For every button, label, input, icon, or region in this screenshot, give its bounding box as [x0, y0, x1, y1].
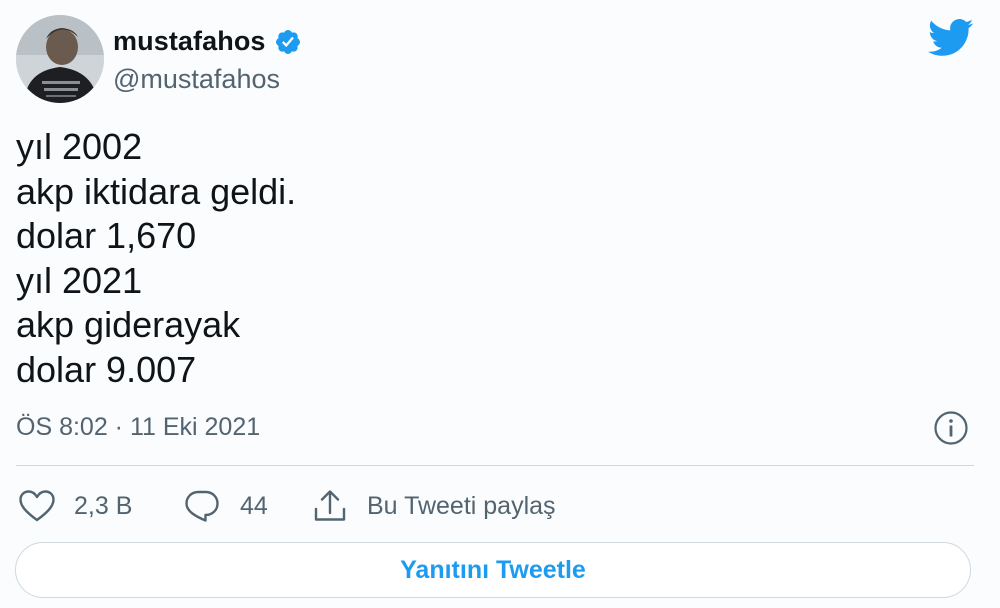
display-name[interactable]: mustafahos — [113, 26, 266, 57]
like-button[interactable]: 2,3 B — [18, 486, 132, 526]
like-count: 2,3 B — [74, 491, 133, 520]
tweet-card: mustafahos @mustafahos yıl 2002 akp ikti… — [0, 0, 1000, 608]
tweet-text-line: yıl 2002 — [16, 126, 143, 167]
tweet-text-line: yıl 2021 — [16, 259, 143, 301]
share-label: Bu Tweeti paylaş — [367, 491, 556, 520]
tweet-text-line: dolar 1,670 — [16, 215, 197, 256]
heart-icon — [18, 489, 56, 523]
info-icon[interactable] — [933, 410, 969, 446]
tweet-timestamp[interactable]: ÖS 8:02 · 11 Eki 2021 — [16, 413, 260, 442]
reply-count: 44 — [240, 491, 268, 520]
speech-bubble-icon — [184, 489, 220, 523]
author-name-row[interactable]: mustafahos — [113, 26, 302, 57]
divider — [16, 465, 974, 466]
avatar[interactable] — [16, 15, 104, 103]
reply-action[interactable]: 44 — [184, 486, 268, 526]
twitter-bird-icon[interactable] — [928, 18, 974, 58]
share-icon — [313, 488, 347, 524]
profile-photo-icon — [16, 15, 104, 103]
reply-tweet-button[interactable]: Yanıtını Tweetle — [15, 542, 971, 598]
tweet-text-line: dolar 9.007 — [16, 348, 197, 390]
tweet-text-line: akp iktidara geldi. — [16, 170, 297, 212]
author-handle[interactable]: @mustafahos — [113, 64, 280, 95]
tweet-text-line: akp giderayak — [16, 304, 241, 345]
verified-badge-icon — [274, 28, 302, 56]
tweet-text: yıl 2002 akp iktidara geldi. dolar 1,670… — [16, 125, 296, 392]
share-button[interactable]: Bu Tweeti paylaş — [313, 486, 556, 526]
